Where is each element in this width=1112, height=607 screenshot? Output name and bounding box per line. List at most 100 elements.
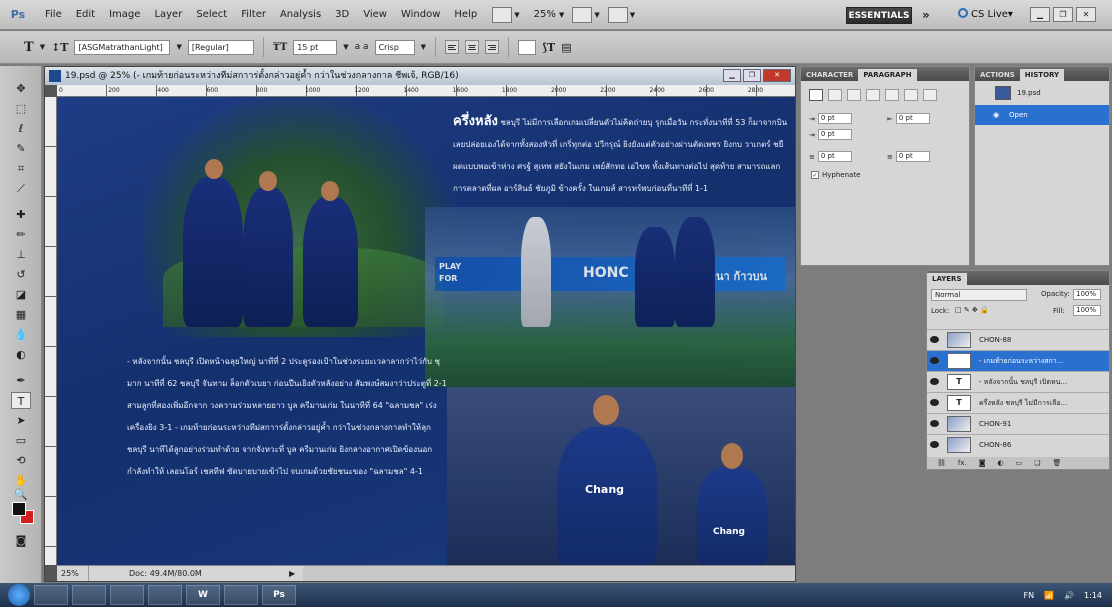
language-indicator[interactable]: FN (1024, 591, 1035, 600)
justify-last-center-icon[interactable] (885, 89, 899, 101)
panels-toggle-icon[interactable]: ▤ (561, 41, 571, 54)
quick-select-tool-icon[interactable]: ✎ (11, 140, 31, 157)
blend-mode-select[interactable]: Normal (931, 289, 1027, 301)
font-style-select[interactable]: [Regular] (187, 39, 254, 55)
taskbar-explorer[interactable] (34, 585, 68, 605)
menu-filter[interactable]: Filter (234, 0, 273, 30)
align-right-icon[interactable] (484, 40, 499, 54)
close-button[interactable]: ✕ (1076, 7, 1096, 22)
layer-row[interactable]: T - เกมท้ายก่อนระหว่างสกา... (927, 350, 1109, 371)
launch-bridge-button[interactable]: ▼ (492, 6, 520, 23)
tab-actions[interactable]: ACTIONS (975, 69, 1020, 81)
history-snapshot[interactable]: 19.psd (975, 83, 1109, 103)
indent-first-line-input[interactable]: 0 pt (817, 129, 852, 140)
opacity-input[interactable]: 100% (1073, 289, 1101, 300)
play-icon[interactable]: ▶ (289, 566, 303, 581)
chevron-down-icon[interactable]: ▼ (176, 43, 181, 51)
taskbar-browser[interactable] (110, 585, 144, 605)
workspace-overflow-button[interactable]: » (922, 8, 930, 22)
menu-edit[interactable]: Edit (69, 0, 102, 30)
fill-input[interactable]: 100% (1073, 305, 1101, 316)
lasso-tool-icon[interactable]: ℓ (11, 120, 31, 137)
status-zoom[interactable]: 25% (57, 566, 89, 581)
chevron-down-icon[interactable]: ▼ (40, 43, 45, 51)
document-restore-button[interactable]: ❐ (743, 69, 761, 82)
clock[interactable]: 1:14 (1084, 591, 1102, 600)
folder-icon[interactable]: ▭ (1016, 457, 1023, 469)
vertical-ruler[interactable] (45, 97, 57, 565)
crop-tool-icon[interactable]: ⌗ (11, 160, 31, 177)
taskbar-media[interactable] (72, 585, 106, 605)
quick-mask-icon[interactable]: ◙ (11, 532, 31, 549)
new-layer-icon[interactable]: ❏ (1034, 457, 1040, 469)
indent-right-input[interactable]: 0 pt (895, 113, 930, 124)
space-before-input[interactable]: 0 pt (817, 151, 852, 162)
taskbar-folder[interactable] (224, 585, 258, 605)
brush-tool-icon[interactable]: ✏ (11, 226, 31, 243)
layer-row[interactable]: T ครึ่งหลัง ชลบุรี ไม่มีการเลือ... (927, 392, 1109, 413)
layer-row[interactable]: CHON-91 (927, 413, 1109, 434)
trash-icon[interactable]: 🗑 (1053, 457, 1062, 469)
zoom-level-select[interactable]: 25% ▼ (534, 9, 565, 20)
justify-last-right-icon[interactable] (904, 89, 918, 101)
lock-icons[interactable]: □ ✎ ✥ 🔒 (955, 306, 989, 314)
chevron-down-icon[interactable]: ▼ (421, 43, 426, 51)
layer-row[interactable]: CHON-86 (927, 434, 1109, 455)
indent-left-input[interactable]: 0 pt (817, 113, 852, 124)
dodge-tool-icon[interactable]: ◐ (11, 346, 31, 363)
eye-icon[interactable] (930, 336, 939, 343)
warp-text-icon[interactable]: ⟆T (542, 41, 555, 54)
align-center-icon[interactable] (464, 40, 479, 54)
menu-window[interactable]: Window (394, 0, 447, 30)
taskbar-photoshop[interactable]: Ps (262, 585, 296, 605)
justify-all-icon[interactable] (923, 89, 937, 101)
document-tab[interactable]: 19.psd @ 25% (- เกมท้ายก่อนระหว่างทีม่สก… (45, 67, 795, 85)
tab-character[interactable]: CHARACTER (801, 69, 858, 81)
align-right-icon[interactable] (847, 89, 861, 101)
menu-view[interactable]: View (356, 0, 394, 30)
menu-help[interactable]: Help (447, 0, 484, 30)
document-canvas[interactable]: PLAY FOR HONC เมนา ก้าวบน Chang Chang คร… (57, 97, 795, 565)
text-layer-match-report[interactable]: - หลังจากนั้น ชลบุรี เปิดหน้าฉลุยใหญ่ นา… (127, 351, 447, 483)
layer-row[interactable]: CHON-88 (927, 329, 1109, 350)
tab-paragraph[interactable]: PARAGRAPH (858, 69, 917, 81)
fx-icon[interactable]: fx. (958, 457, 967, 469)
taskbar-chrome[interactable] (148, 585, 182, 605)
path-selection-tool-icon[interactable]: ➤ (11, 412, 31, 429)
cs-live-button[interactable]: CS Live▾ (958, 8, 1013, 20)
menu-image[interactable]: Image (102, 0, 147, 30)
font-size-input[interactable]: 15 pt (293, 39, 338, 55)
align-center-icon[interactable] (828, 89, 842, 101)
mask-icon[interactable]: ◙ (979, 457, 986, 469)
clone-stamp-tool-icon[interactable]: ⊥ (11, 246, 31, 263)
eye-icon[interactable] (930, 399, 939, 406)
space-after-input[interactable]: 0 pt (895, 151, 930, 162)
eyedropper-tool-icon[interactable]: ⟋ (11, 180, 31, 197)
eye-icon[interactable] (930, 441, 939, 448)
history-brush-tool-icon[interactable]: ↺ (11, 266, 31, 283)
taskbar-word[interactable]: W (186, 585, 220, 605)
marquee-tool-icon[interactable]: ⬚ (11, 100, 31, 117)
eye-icon[interactable] (930, 378, 939, 385)
network-icon[interactable]: 📶 (1044, 591, 1054, 600)
history-state[interactable]: ◉ Open (975, 105, 1109, 125)
move-tool-icon[interactable]: ✥ (11, 80, 31, 97)
type-tool-icon[interactable]: T (24, 40, 34, 55)
link-icon[interactable]: ⛓ (937, 457, 946, 469)
menu-layer[interactable]: Layer (147, 0, 189, 30)
tab-layers[interactable]: LAYERS (927, 273, 967, 285)
menu-analysis[interactable]: Analysis (273, 0, 328, 30)
workspace-switcher[interactable]: ESSENTIALS (846, 7, 912, 24)
align-left-icon[interactable] (809, 89, 823, 101)
menu-file[interactable]: File (38, 0, 69, 30)
document-close-button[interactable]: ✕ (763, 69, 791, 82)
font-family-select[interactable]: [ASGMatrathanLight] (74, 39, 171, 55)
eye-icon[interactable] (930, 357, 939, 364)
volume-icon[interactable]: 🔊 (1064, 591, 1074, 600)
layer-row[interactable]: T - หลังจากนั้น ชลบุรี เปิดหน... (927, 371, 1109, 392)
3d-rotate-tool-icon[interactable]: ⟲ (11, 452, 31, 469)
antialias-select[interactable]: Crisp (374, 39, 415, 55)
justify-last-left-icon[interactable] (866, 89, 880, 101)
type-tool-icon[interactable]: T (11, 392, 31, 409)
start-button[interactable] (8, 584, 30, 606)
